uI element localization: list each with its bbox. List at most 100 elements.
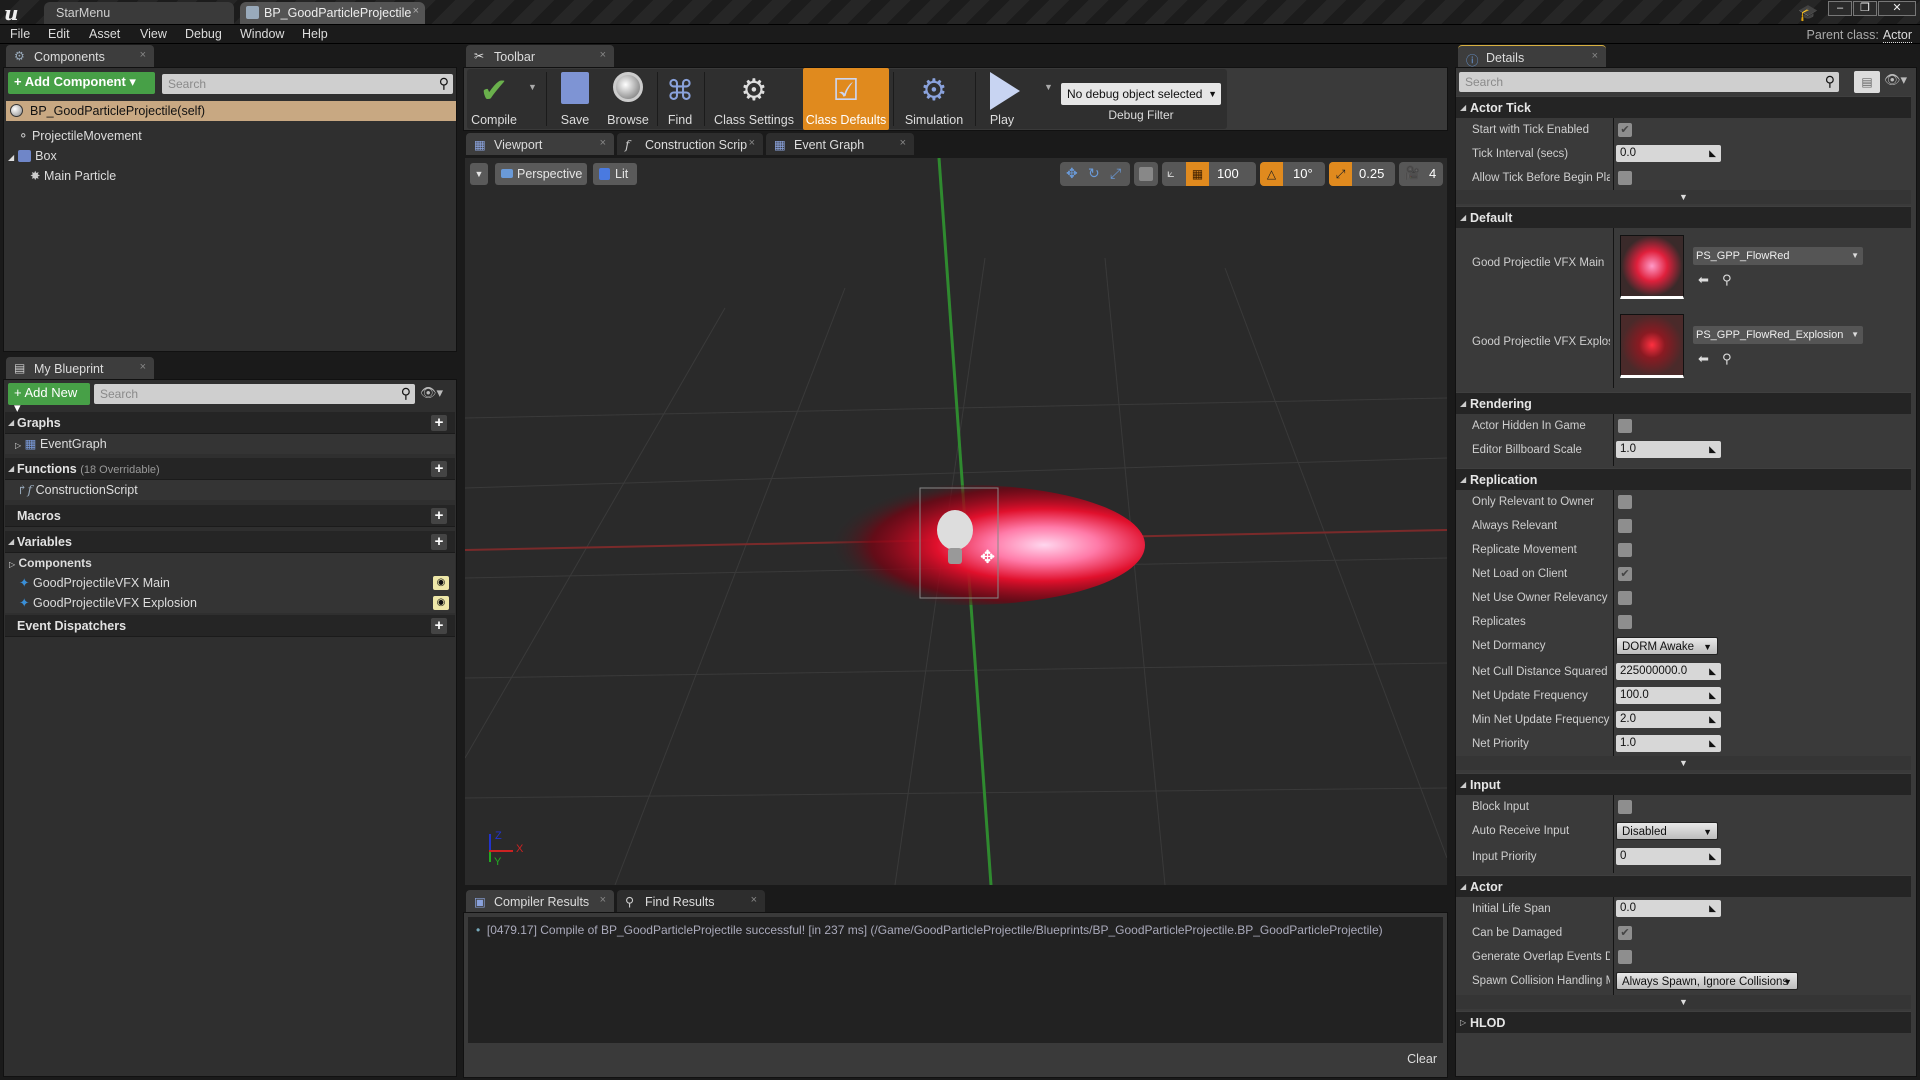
section-macros[interactable]: Macros + [5,505,455,527]
spin-handle-icon[interactable]: ◣ [1709,711,1716,728]
only-relevant-checkbox[interactable] [1618,495,1632,509]
spin-handle-icon[interactable]: ◣ [1709,687,1716,704]
show-advanced-button[interactable]: ▼ [1456,995,1911,1009]
spin-handle-icon[interactable]: ◣ [1709,441,1716,458]
close-icon[interactable]: × [413,5,419,17]
tab-compiler-results[interactable]: ▣ Compiler Results × [466,890,614,912]
debug-object-select[interactable]: No debug object selected ▼ [1061,83,1221,105]
restore-button[interactable]: ❐ [1853,1,1877,16]
browse-button[interactable]: Browse [602,68,654,130]
play-button[interactable]: Play [979,68,1025,130]
tab-my-blueprint[interactable]: ▤ My Blueprint × [6,357,154,379]
tick-interval-input[interactable]: 0.0 ◣ [1616,145,1721,162]
always-relevant-checkbox[interactable] [1618,519,1632,533]
component-box[interactable]: ◢ Box [8,146,57,166]
coordinate-space-button[interactable] [1134,162,1158,186]
compile-options-dropdown[interactable]: ▼ [528,82,537,92]
auto-receive-input-select[interactable]: Disabled ▼ [1616,822,1718,840]
section-graphs[interactable]: ◢ Graphs + [5,412,455,434]
net-load-checkbox[interactable]: ✔ [1618,567,1632,581]
expand-triangle-icon[interactable]: ▷ [9,560,15,569]
scale-snap-toggle-icon[interactable]: ⤢ [1329,162,1352,186]
vfx-explosion-thumbnail[interactable] [1620,314,1684,378]
visibility-eye-icon[interactable]: 👁▾ [420,385,443,401]
spin-handle-icon[interactable]: ◣ [1709,848,1716,865]
close-icon[interactable]: × [751,894,757,906]
minimize-button[interactable]: – [1828,1,1852,16]
add-variable-button[interactable]: + [431,534,447,550]
camera-speed-button[interactable]: 🎥 4 [1399,162,1443,186]
variable-vfx-main[interactable]: ✦ GoodProjectileVFX Main ◉ [5,573,455,593]
close-icon[interactable]: × [900,137,906,149]
simulation-button[interactable]: ⚙ Simulation [896,68,972,130]
generate-overlap-checkbox[interactable] [1618,950,1632,964]
tab-construction-script[interactable]: f Construction Scrip × [617,133,763,155]
class-defaults-button[interactable]: ☑ Class Defaults [803,68,889,130]
add-graph-button[interactable]: + [431,415,447,431]
menu-file[interactable]: File [10,27,30,41]
move-gizmo-icon[interactable]: ✥ [980,547,995,567]
browse-asset-icon[interactable]: ⚲ [1722,347,1732,371]
net-update-freq-input[interactable]: 100.0 ◣ [1616,687,1721,704]
visibility-eye-icon[interactable]: ◉ [433,576,449,590]
play-options-dropdown[interactable]: ▼ [1044,82,1053,92]
scale-tool-icon[interactable]: ⤢ [1110,165,1121,182]
use-selected-arrow-icon[interactable]: ⬅ [1698,268,1709,292]
menu-edit[interactable]: Edit [48,27,70,41]
component-main-particle[interactable]: ✸ Main Particle [30,166,116,186]
spin-handle-icon[interactable]: ◣ [1709,735,1716,752]
item-event-graph[interactable]: ▷ ▦ EventGraph [5,434,455,454]
close-icon[interactable]: × [600,894,606,906]
section-functions[interactable]: ◢ Functions (18 Overridable) + [5,458,455,480]
actor-hidden-checkbox[interactable] [1618,419,1632,433]
expand-triangle-icon[interactable]: ▷ [15,441,21,450]
category-components[interactable]: ▷ Components [5,553,455,573]
rotation-snap-toggle-icon[interactable]: △ [1260,162,1283,186]
grid-snap-toggle-icon[interactable]: ▦ [1186,162,1209,186]
blueprint-search-input[interactable]: Search ⚲ [94,384,415,404]
expand-triangle-icon[interactable]: ◢ [8,153,14,162]
find-button[interactable]: ⌘ Find [660,68,700,130]
close-icon[interactable]: × [1592,50,1598,62]
section-variables[interactable]: ◢ Variables + [5,531,455,553]
close-icon[interactable]: × [140,361,146,373]
add-component-button[interactable]: + Add Component ▾ [8,72,155,94]
vfx-main-thumbnail[interactable] [1620,235,1684,299]
tutorial-cap-icon[interactable]: 🎓 [1798,3,1818,23]
net-cull-input[interactable]: 225000000.0 ◣ [1616,663,1721,680]
menu-view[interactable]: View [140,27,167,41]
item-construction-script[interactable]: ↱f ConstructionScript [5,480,455,500]
category-rendering[interactable]: ◢ Rendering [1456,392,1911,414]
spin-handle-icon[interactable]: ◣ [1709,145,1716,162]
browse-asset-icon[interactable]: ⚲ [1722,268,1732,292]
category-hlod[interactable]: ▷ HLOD [1456,1011,1911,1033]
parent-class-link[interactable]: Actor [1882,28,1912,43]
viewport-options-dropdown[interactable]: ▼ [470,163,488,185]
tab-find-results[interactable]: ⚲ Find Results × [617,890,765,912]
vfx-explosion-asset-select[interactable]: PS_GPP_FlowRed_Explosion ▼ [1693,326,1863,344]
component-projectile-movement[interactable]: ⚬ ProjectileMovement [18,126,142,146]
viewport-3d[interactable]: ✥ ▼ Perspective Lit ✥ ↻ ⤢ ⟀ ▦ 100 △ 10° … [465,158,1447,885]
point-light-bulb-icon[interactable] [937,510,973,550]
surface-snap-icon[interactable]: ⟀ [1167,165,1175,181]
replicates-checkbox[interactable] [1618,615,1632,629]
input-priority-input[interactable]: 0 ◣ [1616,848,1721,865]
section-event-dispatchers[interactable]: Event Dispatchers + [5,615,455,637]
menu-asset[interactable]: Asset [89,27,120,41]
add-event-dispatcher-button[interactable]: + [431,618,447,634]
grid-snap-value[interactable]: 100 [1217,166,1239,181]
category-actor[interactable]: ◢ Actor [1456,875,1911,897]
tab-components[interactable]: ⚙ Components × [6,45,154,67]
close-icon[interactable]: × [600,137,606,149]
replicate-movement-checkbox[interactable] [1618,543,1632,557]
close-icon[interactable]: × [749,137,755,149]
spawn-collision-select[interactable]: Always Spawn, Ignore Collisions ▼ [1616,972,1798,990]
initial-life-span-input[interactable]: 0.0 ◣ [1616,900,1721,917]
spin-handle-icon[interactable]: ◣ [1709,663,1716,680]
log-message[interactable]: • [0479.17] Compile of BP_GoodParticlePr… [476,923,1383,937]
translate-tool-icon[interactable]: ✥ [1066,165,1078,182]
min-net-update-input[interactable]: 2.0 ◣ [1616,711,1721,728]
category-actor-tick[interactable]: ◢ Actor Tick [1456,96,1911,118]
tab-details[interactable]: ⓘ Details × [1458,45,1606,68]
block-input-checkbox[interactable] [1618,800,1632,814]
